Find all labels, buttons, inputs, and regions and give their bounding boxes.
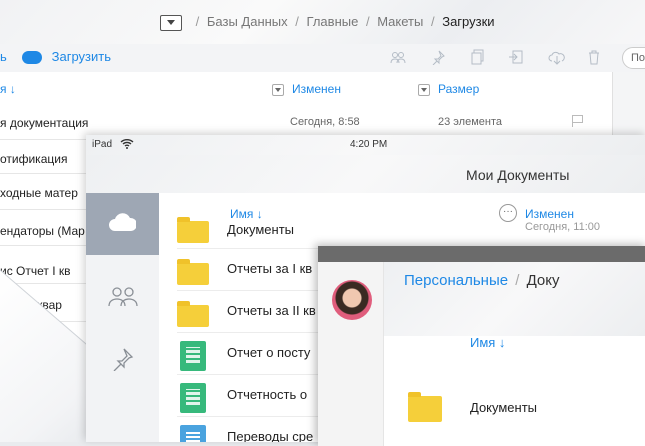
status-time: 4:20 PM [350, 139, 388, 150]
item-label: Отчеты за II кв [227, 303, 316, 318]
shared-folder-icon [177, 299, 209, 327]
row-name: ендаторы (Мар [0, 224, 85, 238]
breadcrumb-separator: / [515, 272, 520, 289]
item-label: Отчеты за I кв [227, 261, 313, 276]
column-modified[interactable]: Изменен [292, 82, 341, 96]
column-dropdown-icon[interactable] [418, 84, 430, 96]
row-modified: Сегодня, 8:58 [290, 116, 360, 128]
breadcrumb-separator: / [195, 14, 200, 29]
breadcrumb-current: Загрузки [442, 14, 495, 29]
upload-label: Загрузить [51, 49, 111, 64]
copy-icon[interactable] [470, 49, 486, 65]
toolbar-left-stub: ь [0, 49, 7, 64]
tablet-app-window: Персональные / Доку Имя ↓ Документы [318, 246, 645, 446]
row-name: я документация [0, 116, 89, 130]
desktop-header: / Базы Данных / Главные / Макеты / Загру… [0, 0, 645, 44]
list-item[interactable]: Документы [384, 366, 645, 446]
download-icon[interactable] [548, 49, 565, 65]
tablet-status-bar [318, 246, 645, 262]
page-title: Мои Документы [466, 167, 570, 183]
ipad-header: Мои Документы [86, 155, 645, 193]
breadcrumb-personal[interactable]: Персональные [404, 272, 508, 289]
spreadsheet-icon [177, 383, 209, 413]
sidebar-item-pinned[interactable] [86, 327, 159, 389]
wifi-icon [120, 138, 134, 152]
breadcrumb-separator: / [295, 14, 299, 29]
share-users-icon[interactable] [390, 49, 406, 65]
search-input[interactable]: По [622, 47, 645, 69]
row-name: ходные матер [0, 186, 78, 200]
folder-icon [177, 215, 209, 243]
breadcrumb-separator: / [365, 14, 370, 29]
breadcrumb-databases[interactable]: Базы Данных [207, 14, 288, 29]
cloud-icon [109, 213, 136, 231]
trash-icon[interactable] [586, 49, 602, 65]
item-label: Переводы сре [227, 429, 314, 442]
list-item[interactable]: Документы [177, 207, 645, 249]
breadcrumb-main[interactable]: Главные [307, 14, 359, 29]
users-icon [108, 287, 138, 307]
column-size[interactable]: Размер [438, 82, 479, 96]
breadcrumb-layouts[interactable]: Макеты [377, 14, 423, 29]
device-label: iPad [92, 139, 113, 150]
column-dropdown-icon[interactable] [272, 84, 284, 96]
column-name[interactable]: Имя ↓ [470, 335, 505, 350]
pin-icon [113, 348, 134, 371]
column-headers: я ↓ Изменен Размер [0, 82, 645, 100]
row-name: отификация [0, 152, 68, 166]
upload-button[interactable]: ь Загрузить [0, 49, 111, 65]
row-size: 23 элемента [438, 116, 502, 128]
item-label: Документы [227, 222, 295, 237]
move-icon[interactable] [508, 49, 524, 65]
avatar[interactable] [332, 280, 372, 320]
spreadsheet-icon [177, 341, 209, 371]
ipad-sidebar [86, 193, 159, 442]
folder-icon [177, 257, 209, 285]
flag-icon[interactable] [572, 115, 583, 127]
folder-icon [408, 392, 442, 422]
breadcrumb-current: Доку [526, 272, 560, 289]
breadcrumb: / Базы Данных / Главные / Макеты / Загру… [160, 14, 495, 31]
item-label: Отчет о посту [227, 345, 311, 360]
sidebar-item-shared[interactable] [86, 265, 159, 327]
item-label: Документы [470, 400, 538, 415]
desktop-toolbar: ь Загрузить По [0, 44, 645, 72]
ipad-status-bar: iPad 4:20 PM [86, 135, 645, 155]
breadcrumb: Персональные / Доку [404, 272, 560, 289]
item-label: Отчетность о [227, 387, 308, 402]
column-name[interactable]: я ↓ [0, 82, 16, 96]
pin-icon[interactable] [430, 49, 446, 66]
folder-dropdown-icon[interactable] [160, 14, 182, 31]
tablet-sidebar [318, 262, 384, 446]
breadcrumb-separator: / [430, 14, 435, 29]
sidebar-item-cloud[interactable] [86, 193, 159, 255]
document-icon [177, 425, 209, 442]
cloud-upload-icon [22, 51, 42, 65]
